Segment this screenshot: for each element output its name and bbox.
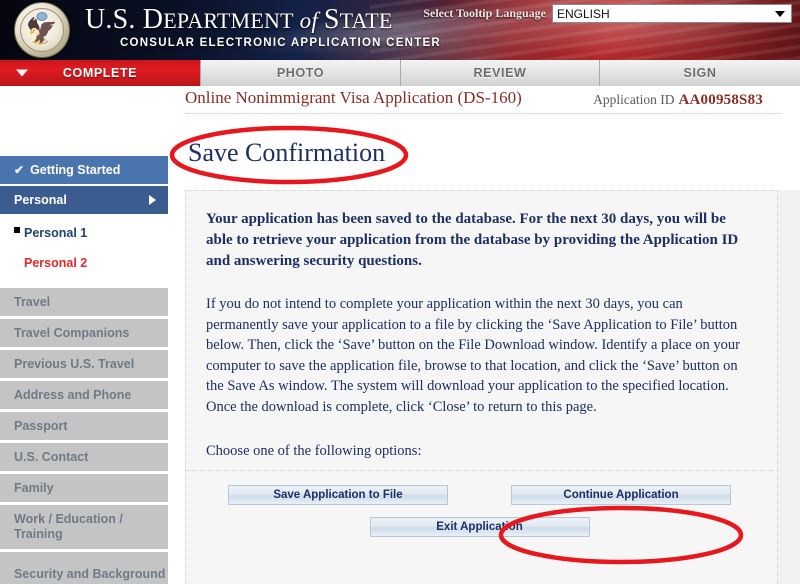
application-title: Online Nonimmigrant Visa Application (DS…: [185, 88, 522, 107]
tooltip-language-select[interactable]: ENGLISH: [552, 4, 792, 23]
square-bullet-icon: [14, 227, 20, 233]
sidebar-item-passport: Passport: [0, 412, 168, 440]
sidebar-item-previous-us-travel-label: Previous U.S. Travel: [14, 356, 135, 371]
options-divider: [186, 470, 773, 471]
tooltip-language-value: ENGLISH: [557, 6, 610, 21]
save-confirmation-message: Your application has been saved to the d…: [206, 211, 739, 269]
sidebar-item-security-and-background-label: Security and Background: [14, 566, 166, 581]
primary-tab-bar: COMPLETE PHOTO REVIEW SIGN: [0, 60, 800, 86]
sidebar-item-work-education-training: Work / Education / Training: [0, 505, 168, 549]
application-id-label: Application ID: [593, 92, 675, 107]
sidebar-item-travel: Travel: [0, 288, 168, 316]
sidebar-item-us-contact: U.S. Contact: [0, 443, 168, 471]
sidebar-item-us-contact-label: U.S. Contact: [14, 449, 89, 464]
department-subtitle: CONSULAR ELECTRONIC APPLICATION CENTER: [120, 37, 441, 49]
application-title-bar: Online Nonimmigrant Visa Application (DS…: [185, 88, 785, 114]
sidebar-item-personal-1-label: Personal 1: [24, 226, 88, 240]
tooltip-language-selector[interactable]: Select Tooltip Language ENGLISH: [423, 4, 792, 23]
save-application-to-file-button[interactable]: Save Application to File: [228, 485, 448, 505]
choose-option-label: Choose one of the following options:: [206, 443, 422, 459]
sidebar-item-travel-companions-label: Travel Companions: [14, 325, 130, 340]
sidebar-item-personal-1[interactable]: Personal 1: [0, 220, 168, 246]
application-id-value: AA00958S83: [678, 92, 763, 108]
tab-review[interactable]: REVIEW: [400, 60, 599, 86]
button-row-secondary: Exit Application: [206, 517, 753, 537]
sidebar-item-getting-started[interactable]: ✔ Getting Started: [0, 156, 168, 184]
sidebar-item-previous-us-travel: Previous U.S. Travel: [0, 350, 168, 378]
tab-sign[interactable]: SIGN: [599, 60, 800, 86]
sidebar-item-passport-label: Passport: [14, 418, 68, 433]
sidebar-item-travel-label: Travel: [14, 294, 51, 309]
chevron-right-icon: [149, 195, 156, 205]
sidebar-item-personal-2-label: Personal 2: [24, 256, 88, 270]
title-divider: [185, 113, 781, 114]
tab-review-label: REVIEW: [473, 66, 527, 80]
department-of-state-seal-icon: 🦅: [14, 2, 70, 58]
sidebar-item-family: Family: [0, 474, 168, 502]
sidebar-item-getting-started-label: Getting Started: [30, 163, 121, 177]
site-header-banner: 🦅 U.S. DEPARTMENT of STATE CONSULAR ELEC…: [0, 0, 800, 60]
sidebar-item-personal-label: Personal: [14, 193, 67, 207]
content-panel: Your application has been saved to the d…: [185, 190, 778, 584]
sidebar-item-security-and-background: Security and Background: [0, 552, 168, 584]
tab-complete-label: COMPLETE: [62, 66, 138, 80]
right-gutter: [778, 190, 800, 584]
navigation-sidebar: ✔ Getting Started Personal Personal 1 Pe…: [0, 86, 168, 584]
sidebar-item-address-and-phone-label: Address and Phone: [14, 387, 132, 402]
sidebar-item-personal-2[interactable]: Personal 2: [0, 250, 168, 276]
department-title: U.S. DEPARTMENT of STATE: [85, 4, 393, 35]
sidebar-item-travel-companions: Travel Companions: [0, 319, 168, 347]
check-icon: ✔: [14, 163, 25, 177]
tab-photo-label: PHOTO: [276, 66, 325, 80]
tab-sign-label: SIGN: [683, 66, 717, 80]
save-instructions-text: If you do not intend to complete your ap…: [206, 296, 740, 415]
exit-application-button[interactable]: Exit Application: [369, 517, 590, 537]
sidebar-item-address-and-phone: Address and Phone: [0, 381, 168, 409]
sidebar-item-work-education-training-label: Work / Education / Training: [14, 512, 123, 541]
sidebar-item-personal[interactable]: Personal: [0, 186, 168, 214]
caret-down-icon: [16, 69, 28, 77]
sidebar-item-family-label: Family: [14, 480, 54, 495]
page-title: Save Confirmation: [188, 138, 386, 167]
button-row-primary: Save Application to File Continue Applic…: [206, 485, 753, 505]
page-root: 🦅 U.S. DEPARTMENT of STATE CONSULAR ELEC…: [0, 0, 800, 584]
tab-complete[interactable]: COMPLETE: [0, 60, 200, 86]
continue-application-button[interactable]: Continue Application: [511, 485, 731, 505]
application-id-block: Application ID AA00958S83: [593, 91, 763, 109]
chevron-down-icon[interactable]: [775, 10, 785, 17]
tab-photo[interactable]: PHOTO: [200, 60, 400, 86]
tooltip-language-label: Select Tooltip Language: [423, 6, 546, 20]
